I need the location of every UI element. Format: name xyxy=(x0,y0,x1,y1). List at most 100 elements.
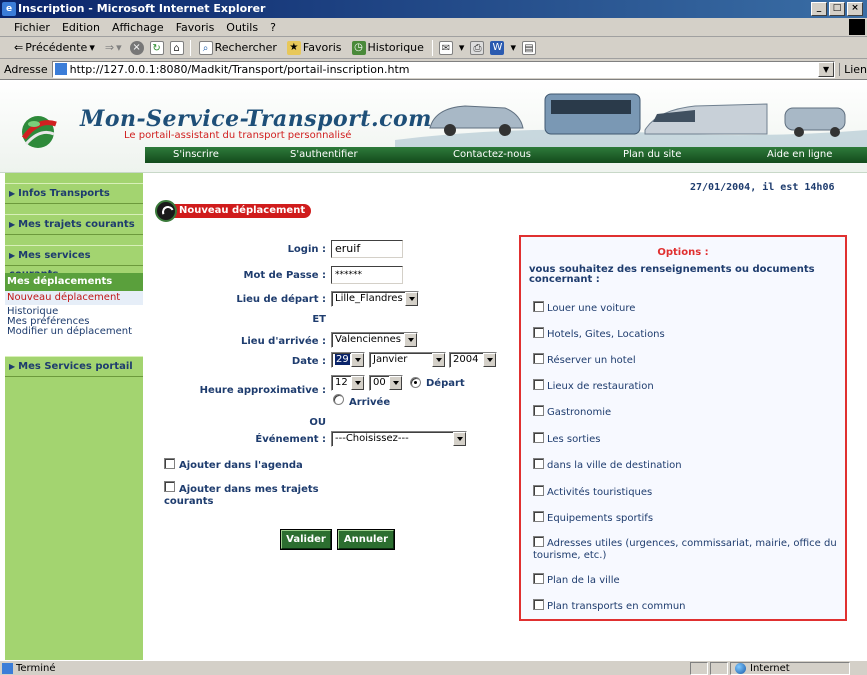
sidebar-item-label: Mes Services portail xyxy=(18,361,133,372)
heure-minute-select[interactable]: 00 xyxy=(369,375,403,391)
menu-fichier[interactable]: Fichier xyxy=(14,21,50,34)
option-sorties[interactable]: Les sorties xyxy=(533,432,841,445)
arrivee-label: Lieu d'arrivée : xyxy=(240,336,326,347)
agenda-checkbox[interactable] xyxy=(164,458,175,469)
option-checkbox[interactable] xyxy=(533,301,544,312)
option-checkbox[interactable] xyxy=(533,327,544,338)
chevron-down-icon: ▾ xyxy=(116,41,122,54)
vehicles-illustration xyxy=(395,93,867,150)
evenement-value: ---Choisissez--- xyxy=(335,433,409,444)
nav-authentifier[interactable]: S'authentifier xyxy=(290,149,358,160)
option-checkbox[interactable] xyxy=(533,485,544,496)
option-ville-destination[interactable]: dans la ville de destination xyxy=(533,458,841,471)
nav-plan-site[interactable]: Plan du site xyxy=(623,149,681,160)
heure-hour-select[interactable]: 12 xyxy=(331,375,365,391)
addressbar: Adresse http://127.0.0.1:8080/Madkit/Tra… xyxy=(0,59,867,80)
menu-edition[interactable]: Edition xyxy=(62,21,100,34)
option-restauration[interactable]: Lieux de restauration xyxy=(533,379,841,392)
option-plan-transports[interactable]: Plan transports en commun xyxy=(533,599,841,612)
chevron-down-icon: ▾ xyxy=(89,41,95,54)
option-equipements-sportifs[interactable]: Equipements sportifs xyxy=(533,511,841,524)
depart-select[interactable]: Lille_Flandres xyxy=(331,291,419,307)
option-checkbox[interactable] xyxy=(533,432,544,443)
option-checkbox[interactable] xyxy=(533,379,544,390)
forward-arrow-icon: ⇒ xyxy=(104,41,115,54)
date-month-select[interactable]: Janvier xyxy=(369,352,446,368)
sidebar-item-services-portail[interactable]: ▶ Mes Services portail xyxy=(5,356,143,377)
section-title: Nouveau déplacement xyxy=(155,200,312,222)
date-year-select[interactable]: 2004 xyxy=(449,352,497,368)
links-label[interactable]: Lien xyxy=(839,62,867,76)
nav-aide[interactable]: Aide en ligne xyxy=(767,149,832,160)
sidebar-section-deplacements: Mes déplacements Nouveau déplacement His… xyxy=(5,273,143,365)
arrivee-radio[interactable] xyxy=(333,394,344,405)
discuss-icon[interactable]: ▤ xyxy=(521,40,536,55)
option-checkbox[interactable] xyxy=(533,573,544,584)
annuler-button[interactable]: Annuler xyxy=(337,529,395,550)
option-louer-voiture[interactable]: Louer une voiture xyxy=(533,301,841,314)
option-reserver-hotel[interactable]: Réserver un hotel xyxy=(533,353,841,366)
sidebar-item-modifier[interactable]: Modifier un déplacement xyxy=(5,327,143,337)
depart-radio[interactable] xyxy=(410,377,421,388)
evenement-select[interactable]: ---Choisissez--- xyxy=(331,431,467,447)
option-checkbox[interactable] xyxy=(533,353,544,364)
menu-favoris[interactable]: Favoris xyxy=(176,21,215,34)
option-hotels-gites[interactable]: Hotels, Gites, Locations xyxy=(533,327,841,340)
window-titlebar: e Inscription - Microsoft Internet Explo… xyxy=(0,0,867,18)
arrivee-select[interactable]: Valenciennes xyxy=(331,332,418,348)
option-checkbox[interactable] xyxy=(533,599,544,610)
option-label: Louer une voiture xyxy=(547,303,636,314)
refresh-icon[interactable]: ↻ xyxy=(149,40,164,55)
option-checkbox[interactable] xyxy=(533,405,544,416)
option-checkbox[interactable] xyxy=(533,536,544,547)
option-label: Les sorties xyxy=(547,434,601,445)
option-plan-ville[interactable]: Plan de la ville xyxy=(533,573,841,586)
arrow-right-icon: ▶ xyxy=(9,362,16,371)
search-button[interactable]: ⌕ Rechercher xyxy=(197,40,279,55)
toolbar-separator xyxy=(189,39,191,56)
sidebar-item-mes-trajets[interactable]: ▶ Mes trajets courants xyxy=(5,214,143,235)
nav-inscrire[interactable]: S'inscrire xyxy=(173,149,219,160)
forward-button[interactable]: ⇒ ▾ xyxy=(103,41,124,54)
options-panel: Options : vous souhaitez des renseigneme… xyxy=(519,235,847,621)
login-input[interactable]: eruif xyxy=(331,240,403,258)
menu-outils[interactable]: Outils xyxy=(226,21,258,34)
depart-radio-label: Départ xyxy=(426,378,465,389)
option-activites-touristiques[interactable]: Activités touristiques xyxy=(533,485,841,498)
address-dropdown-icon[interactable]: ▼ xyxy=(818,61,835,77)
sidebar-item-infos-transports[interactable]: ▶ Infos Transports xyxy=(5,183,143,204)
chevron-down-icon[interactable]: ▾ xyxy=(510,41,516,54)
sidebar-item-label: Infos Transports xyxy=(18,188,110,199)
date-day-select[interactable]: 29 xyxy=(331,352,365,368)
password-input[interactable]: ****** xyxy=(331,266,403,284)
maximize-button[interactable]: □ xyxy=(829,2,845,16)
chevron-down-icon[interactable]: ▾ xyxy=(459,41,465,54)
trajets-label: Ajouter dans mes trajets courants xyxy=(164,484,319,507)
favorites-icon: ★ xyxy=(286,40,301,55)
valider-button[interactable]: Valider xyxy=(280,529,332,550)
sidebar-item-nouveau[interactable]: Nouveau déplacement xyxy=(5,291,143,305)
address-input[interactable]: http://127.0.0.1:8080/Madkit/Transport/p… xyxy=(51,60,836,78)
status-cell xyxy=(710,661,728,675)
mail-icon[interactable]: ✉ xyxy=(438,40,453,55)
option-adresses-utiles[interactable]: Adresses utiles (urgences, commissariat,… xyxy=(533,536,841,562)
option-gastronomie[interactable]: Gastronomie xyxy=(533,405,841,418)
history-button[interactable]: ◷ Historique xyxy=(350,40,426,55)
minimize-button[interactable]: _ xyxy=(811,2,827,16)
option-checkbox[interactable] xyxy=(533,511,544,522)
print-icon[interactable]: ⎙ xyxy=(470,40,485,55)
agenda-label: Ajouter dans l'agenda xyxy=(179,460,303,471)
option-label: Plan de la ville xyxy=(547,575,620,586)
option-label: Equipements sportifs xyxy=(547,513,654,524)
option-checkbox[interactable] xyxy=(533,458,544,469)
close-button[interactable]: × xyxy=(847,2,863,16)
home-icon[interactable]: ⌂ xyxy=(169,40,184,55)
edit-icon[interactable]: W xyxy=(490,40,505,55)
menu-affichage[interactable]: Affichage xyxy=(112,21,164,34)
back-button[interactable]: ⇐ Précédente ▾ xyxy=(12,41,97,54)
stop-icon[interactable]: × xyxy=(129,40,144,55)
sidebar-item-mes-services[interactable]: ▶Mes services courants xyxy=(5,245,143,280)
nav-contact[interactable]: Contactez-nous xyxy=(453,149,531,160)
favorites-button[interactable]: ★ Favoris xyxy=(285,40,344,55)
menu-help[interactable]: ? xyxy=(270,21,276,34)
